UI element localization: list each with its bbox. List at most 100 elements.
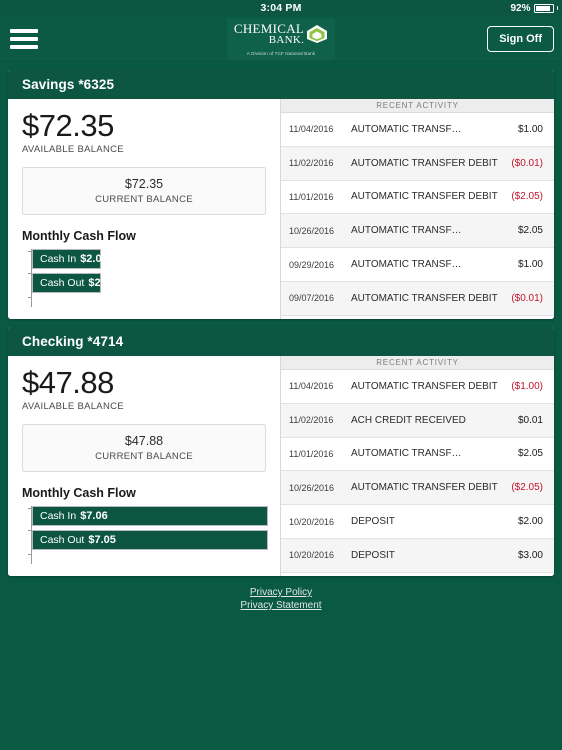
account-card[interactable]: Savings *6325 $72.35 AVAILABLE BALANCE $… <box>8 70 554 319</box>
activity-date: 09/29/2016 <box>289 259 335 270</box>
activity-row[interactable]: 10/26/2016 AUTOMATIC TRANSFER DEBIT ($2.… <box>281 471 554 506</box>
activity-row[interactable]: 10/20/2016 DEPOSIT $3.00 <box>281 538 554 573</box>
cash-in-bar: Cash In $7.06 <box>32 506 268 526</box>
cash-out-bar: Cash Out $2.06 <box>32 273 116 293</box>
app-header: CHEMICAL BANK. A Division of TCF Nationa… <box>0 16 562 62</box>
activity-description: AUTOMATIC TRANSFER DEBIT <box>351 292 498 304</box>
account-summary-pane: $72.35 AVAILABLE BALANCE $72.35 CURRENT … <box>8 99 281 319</box>
current-balance-label: CURRENT BALANCE <box>95 194 193 205</box>
chart-tick-bottom <box>28 297 32 298</box>
account-summary-pane: $47.88 AVAILABLE BALANCE $47.88 CURRENT … <box>8 356 281 576</box>
cash-in-bar: Cash In $2.05 <box>32 249 108 269</box>
activity-row[interactable]: 11/04/2016 AUTOMATIC TRANSFER DEBIT ($1.… <box>281 370 554 404</box>
activity-date: 11/01/2016 <box>289 191 334 202</box>
activity-date: 11/02/2016 <box>289 158 334 169</box>
activity-amount: ($1.00) <box>511 380 543 392</box>
recent-activity-header: RECENT ACTIVITY <box>281 356 554 370</box>
monthly-cash-flow-chart: Cash In $7.06 Cash Out $7.05 <box>22 506 268 564</box>
activity-row[interactable]: 10/20/2016 DEPOSIT $2.00 <box>281 505 554 539</box>
current-balance-amount: $72.35 <box>124 177 164 191</box>
activity-description: DEPOSIT <box>351 516 395 528</box>
chart-tick-top <box>28 251 32 252</box>
battery-percent-label: 92% <box>510 2 531 14</box>
available-balance-amount: $72.35 <box>22 108 114 143</box>
chart-axis-line <box>31 506 32 564</box>
cash-in-label: Cash In <box>40 253 77 265</box>
recent-activity-label: RECENT ACTIVITY <box>376 101 459 110</box>
chemical-bank-logo: CHEMICAL BANK. A Division of TCF Nationa… <box>227 18 335 60</box>
activity-amount: ($2.05) <box>511 191 543 203</box>
activity-date: 11/04/2016 <box>289 124 334 135</box>
activity-amount: $2.05 <box>517 448 543 460</box>
chart-tick-top <box>28 508 32 509</box>
activity-amount: ($0.01) <box>511 292 543 304</box>
current-balance-box[interactable]: $47.88 CURRENT BALANCE <box>22 424 266 472</box>
activity-date: 09/07/2016 <box>289 293 335 304</box>
activity-date: 10/26/2016 <box>289 482 335 493</box>
activity-description: AUTOMATIC TRANSFER DEBIT <box>351 482 498 494</box>
hamburger-menu-icon[interactable] <box>10 28 38 50</box>
activity-description: DEPOSIT <box>351 549 395 561</box>
recent-activity-header: RECENT ACTIVITY <box>281 99 554 113</box>
activity-date: 11/01/2016 <box>289 448 334 459</box>
monthly-cash-flow-title: Monthly Cash Flow <box>22 229 136 243</box>
cash-out-bar: Cash Out $7.05 <box>32 530 268 550</box>
cash-in-value: $2.05 <box>80 253 108 265</box>
logo-line2: BANK. <box>268 33 305 46</box>
current-balance-label: CURRENT BALANCE <box>95 451 193 462</box>
account-title: Checking *4714 <box>22 334 124 349</box>
activity-amount: $1.00 <box>517 123 543 135</box>
activity-date: 10/20/2016 <box>289 516 335 527</box>
activity-amount: $2.00 <box>517 516 543 528</box>
activity-description: AUTOMATIC TRANSFER DEBIT <box>351 191 498 203</box>
recent-activity-pane: RECENT ACTIVITY 11/04/2016 AUTOMATIC TRA… <box>281 356 554 576</box>
activity-row[interactable]: 09/07/2016 AUTOMATIC TRANSFER DEBIT ($0.… <box>281 281 554 316</box>
sign-off-button[interactable]: Sign Off <box>487 25 554 52</box>
available-balance-label: AVAILABLE BALANCE <box>22 144 124 155</box>
privacy-policy-link[interactable]: Privacy Policy <box>250 587 312 598</box>
recent-activity-pane: RECENT ACTIVITY 11/04/2016 AUTOMATIC TRA… <box>281 99 554 319</box>
activity-date: 11/04/2016 <box>289 381 334 392</box>
monthly-cash-flow-title: Monthly Cash Flow <box>22 486 136 500</box>
chart-tick-mid <box>28 530 32 531</box>
activity-amount: $1.00 <box>517 259 543 271</box>
status-battery-group: 92% <box>510 0 558 16</box>
account-card-body: $72.35 AVAILABLE BALANCE $72.35 CURRENT … <box>8 99 554 319</box>
available-balance-label: AVAILABLE BALANCE <box>22 401 124 412</box>
logo-line1: CHEMICAL <box>233 20 305 36</box>
activity-row[interactable]: 11/02/2016 AUTOMATIC TRANSFER DEBIT ($0.… <box>281 146 554 181</box>
available-balance-amount: $47.88 <box>22 365 114 400</box>
privacy-statement-link[interactable]: Privacy Statement <box>240 600 321 611</box>
cash-in-label: Cash In <box>40 510 77 522</box>
activity-row[interactable]: 11/01/2016 AUTOMATIC TRANSF… $2.05 <box>281 437 554 472</box>
activity-description: AUTOMATIC TRANSF… <box>351 259 462 271</box>
activity-date: 10/20/2016 <box>289 550 335 561</box>
activity-description: ACH CREDIT RECEIVED <box>351 414 466 426</box>
current-balance-box[interactable]: $72.35 CURRENT BALANCE <box>22 167 266 215</box>
battery-tip-icon <box>556 6 558 10</box>
account-card-header: Savings *6325 <box>8 70 554 99</box>
activity-row[interactable]: 11/02/2016 ACH CREDIT RECEIVED $0.01 <box>281 403 554 438</box>
activity-description: AUTOMATIC TRANSFER DEBIT <box>351 380 498 392</box>
cash-out-value: $7.05 <box>88 534 116 546</box>
account-card[interactable]: Checking *4714 $47.88 AVAILABLE BALANCE … <box>8 327 554 576</box>
activity-description: AUTOMATIC TRANSF… <box>351 448 462 460</box>
battery-icon <box>533 3 554 13</box>
activity-row[interactable]: 11/04/2016 AUTOMATIC TRANSF… $1.00 <box>281 113 554 147</box>
status-time: 3:04 PM <box>260 2 302 14</box>
cash-out-value: $2.06 <box>88 277 116 289</box>
chemical-bank-hexagon-logo-icon <box>306 24 328 49</box>
status-bar: 3:04 PM 92% <box>0 0 562 16</box>
activity-row[interactable]: 10/26/2016 AUTOMATIC TRANSF… $2.05 <box>281 214 554 249</box>
logo-tagline: A Division of TCF National Bank <box>246 50 316 56</box>
activity-description: AUTOMATIC TRANSF… <box>351 225 462 237</box>
activity-row[interactable]: 11/01/2016 AUTOMATIC TRANSFER DEBIT ($2.… <box>281 180 554 215</box>
monthly-cash-flow-chart: Cash In $2.05 Cash Out $2.06 <box>22 249 266 307</box>
account-title: Savings *6325 <box>22 77 115 92</box>
accounts-container: Savings *6325 $72.35 AVAILABLE BALANCE $… <box>0 70 562 576</box>
cash-in-value: $7.06 <box>80 510 108 522</box>
activity-amount: $0.01 <box>517 414 543 426</box>
activity-row[interactable]: 09/29/2016 AUTOMATIC TRANSF… $1.00 <box>281 248 554 282</box>
cash-out-label: Cash Out <box>40 277 85 289</box>
activity-date: 11/02/2016 <box>289 415 334 426</box>
